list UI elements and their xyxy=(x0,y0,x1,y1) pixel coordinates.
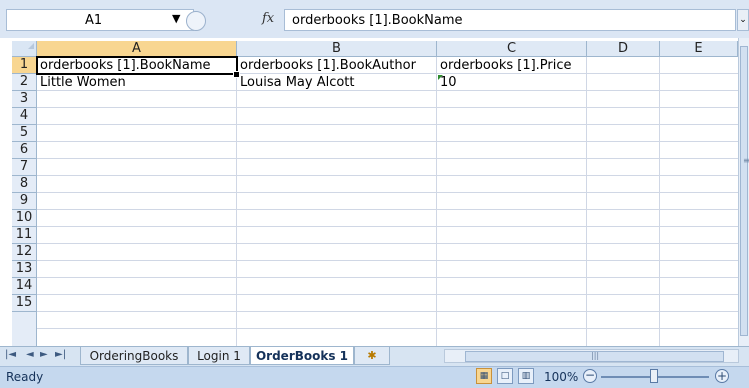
gridline xyxy=(37,209,738,210)
scroll-grip-icon: ||| xyxy=(591,351,600,360)
gridline xyxy=(37,107,738,108)
gridline xyxy=(37,260,738,261)
status-text: Ready xyxy=(6,370,44,384)
corner-triangle-icon xyxy=(28,43,34,49)
row-header[interactable]: 14 xyxy=(12,278,37,295)
gridline xyxy=(37,328,738,329)
column-header[interactable]: C xyxy=(437,41,587,57)
row-header[interactable]: 8 xyxy=(12,176,37,193)
column-header[interactable]: B xyxy=(237,41,437,57)
last-sheet-icon[interactable]: ►| xyxy=(55,349,66,360)
row-header[interactable]: 15 xyxy=(12,295,37,312)
row-header[interactable]: 13 xyxy=(12,261,37,278)
gridline xyxy=(436,57,437,346)
select-all-corner[interactable] xyxy=(12,41,37,57)
zoom-slider-thumb[interactable] xyxy=(650,369,658,383)
formula-options-button[interactable] xyxy=(186,11,206,31)
gridline xyxy=(37,243,738,244)
fill-handle[interactable] xyxy=(233,71,240,78)
zoom-level[interactable]: 100% xyxy=(544,370,578,384)
sheet-tab[interactable]: OrderingBooks xyxy=(80,347,188,365)
sheet-tab[interactable]: Login 1 xyxy=(188,347,250,365)
gridline xyxy=(659,57,660,346)
column-header[interactable]: D xyxy=(587,41,660,57)
row-header[interactable]: 9 xyxy=(12,193,37,210)
row-header[interactable]: 1 xyxy=(12,57,37,74)
prev-sheet-icon[interactable]: ◄ xyxy=(26,349,34,360)
page-layout-view-icon[interactable]: □ xyxy=(497,368,513,384)
gridline xyxy=(37,158,738,159)
zoom-out-icon[interactable]: − xyxy=(583,369,597,383)
new-sheet-icon[interactable]: ✱ xyxy=(354,347,390,365)
number-as-text-indicator-icon[interactable] xyxy=(438,75,443,80)
expand-formula-bar-button[interactable]: ⌄ xyxy=(737,9,749,31)
row-header[interactable]: 3 xyxy=(12,91,37,108)
zoom-in-icon[interactable]: + xyxy=(715,369,729,383)
cell-C1[interactable]: orderbooks [1].Price xyxy=(437,57,572,74)
page-break-view-icon[interactable]: ▥ xyxy=(518,368,534,384)
vertical-scrollbar[interactable] xyxy=(738,38,749,346)
active-cell-border xyxy=(36,56,238,75)
row-header[interactable]: 12 xyxy=(12,244,37,261)
column-header[interactable]: E xyxy=(660,41,738,57)
cell-A2[interactable]: Little Women xyxy=(37,74,126,91)
gridline xyxy=(236,57,237,346)
gridline xyxy=(586,57,587,346)
gridline xyxy=(37,277,738,278)
sheet-tab-active[interactable]: OrderBooks 1 xyxy=(250,347,354,365)
cell-B2[interactable]: Louisa May Alcott xyxy=(237,74,355,91)
gridline xyxy=(37,124,738,125)
normal-view-icon[interactable]: ▦ xyxy=(476,368,492,384)
row-header[interactable]: 7 xyxy=(12,159,37,176)
formula-text: orderbooks [1].BookName xyxy=(292,13,463,28)
vertical-scroll-thumb[interactable] xyxy=(740,46,748,336)
row-header[interactable]: 4 xyxy=(12,108,37,125)
gridline xyxy=(37,175,738,176)
column-header[interactable]: A xyxy=(37,41,237,57)
name-box-value: A1 xyxy=(85,13,103,28)
name-box[interactable]: A1 ▼ xyxy=(6,9,194,31)
insert-function-button[interactable]: fx xyxy=(256,9,283,31)
row-header-overflow xyxy=(12,312,37,346)
gridline xyxy=(37,141,738,142)
gridline xyxy=(37,226,738,227)
row-header[interactable]: 11 xyxy=(12,227,37,244)
fx-icon: fx xyxy=(262,11,275,26)
row-header[interactable]: 6 xyxy=(12,142,37,159)
next-sheet-icon[interactable]: ► xyxy=(40,349,48,360)
row-header[interactable]: 10 xyxy=(12,210,37,227)
row-header[interactable]: 2 xyxy=(12,74,37,91)
gridline xyxy=(37,294,738,295)
chevron-down-icon[interactable]: ▼ xyxy=(172,12,180,25)
scroll-grip-icon: ≡ xyxy=(743,156,749,165)
cell-B1[interactable]: orderbooks [1].BookAuthor xyxy=(237,57,416,74)
first-sheet-icon[interactable]: |◄ xyxy=(5,349,16,360)
gridline xyxy=(37,311,738,312)
formula-input[interactable]: orderbooks [1].BookName xyxy=(284,9,736,31)
gridline xyxy=(37,90,738,91)
gridline xyxy=(37,192,738,193)
row-header[interactable]: 5 xyxy=(12,125,37,142)
